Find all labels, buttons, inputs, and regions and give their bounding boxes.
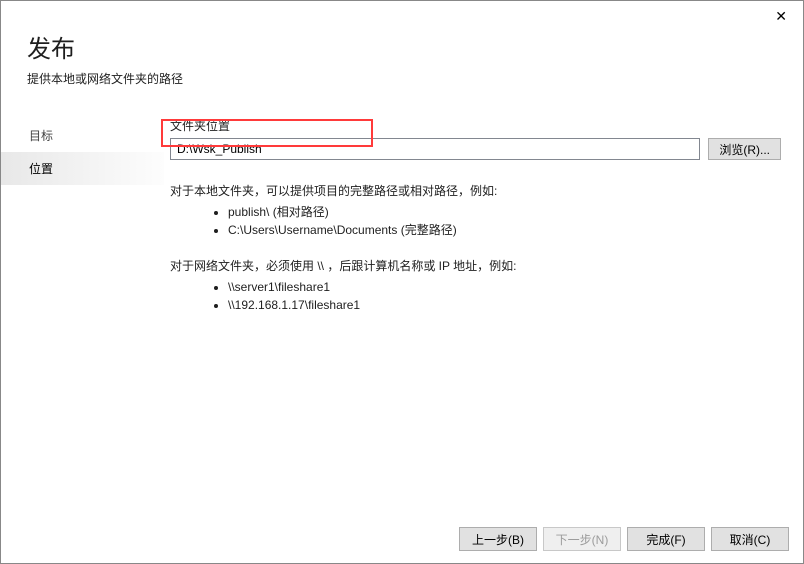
nav-item-target[interactable]: 目标 (1, 119, 164, 152)
help-network-item: \\192.168.1.17\fileshare1 (228, 296, 781, 314)
next-button: 下一步(N) (543, 527, 621, 551)
help-local-desc: 对于本地文件夹，可以提供项目的完整路径或相对路径，例如: (170, 182, 781, 199)
folder-location-row: 浏览(R)... (170, 138, 781, 160)
dialog-body: 目标 位置 文件夹位置 浏览(R)... 对于本地文件夹，可以提供项目的完整路径… (1, 103, 803, 517)
close-button[interactable]: ✕ (769, 7, 793, 25)
dialog-footer: 上一步(B) 下一步(N) 完成(F) 取消(C) (1, 517, 803, 563)
help-network-list: \\server1\fileshare1 \\192.168.1.17\file… (170, 278, 781, 314)
help-local-item: C:\Users\Username\Documents (完整路径) (228, 221, 781, 239)
publish-dialog: ✕ 发布 提供本地或网络文件夹的路径 目标 位置 文件夹位置 浏览(R)... … (0, 0, 804, 564)
help-text: 对于本地文件夹，可以提供项目的完整路径或相对路径，例如: publish\ (相… (170, 182, 781, 314)
finish-button[interactable]: 完成(F) (627, 527, 705, 551)
nav-item-location[interactable]: 位置 (1, 152, 164, 185)
content-pane: 文件夹位置 浏览(R)... 对于本地文件夹，可以提供项目的完整路径或相对路径，… (164, 103, 803, 517)
help-local-list: publish\ (相对路径) C:\Users\Username\Docume… (170, 203, 781, 239)
help-network-desc: 对于网络文件夹，必须使用 \\ ，后跟计算机名称或 IP 地址，例如: (170, 257, 781, 274)
folder-location-label: 文件夹位置 (170, 117, 781, 134)
help-network-block: 对于网络文件夹，必须使用 \\ ，后跟计算机名称或 IP 地址，例如: \\se… (170, 257, 781, 314)
folder-location-input[interactable] (170, 138, 700, 160)
dialog-title: 发布 (27, 29, 777, 64)
nav-sidebar: 目标 位置 (1, 103, 164, 517)
dialog-subtitle: 提供本地或网络文件夹的路径 (27, 70, 777, 87)
back-button[interactable]: 上一步(B) (459, 527, 537, 551)
dialog-header: 发布 提供本地或网络文件夹的路径 (1, 1, 803, 103)
cancel-button[interactable]: 取消(C) (711, 527, 789, 551)
help-local-item: publish\ (相对路径) (228, 203, 781, 221)
help-local-block: 对于本地文件夹，可以提供项目的完整路径或相对路径，例如: publish\ (相… (170, 182, 781, 239)
help-network-item: \\server1\fileshare1 (228, 278, 781, 296)
browse-button[interactable]: 浏览(R)... (708, 138, 781, 160)
